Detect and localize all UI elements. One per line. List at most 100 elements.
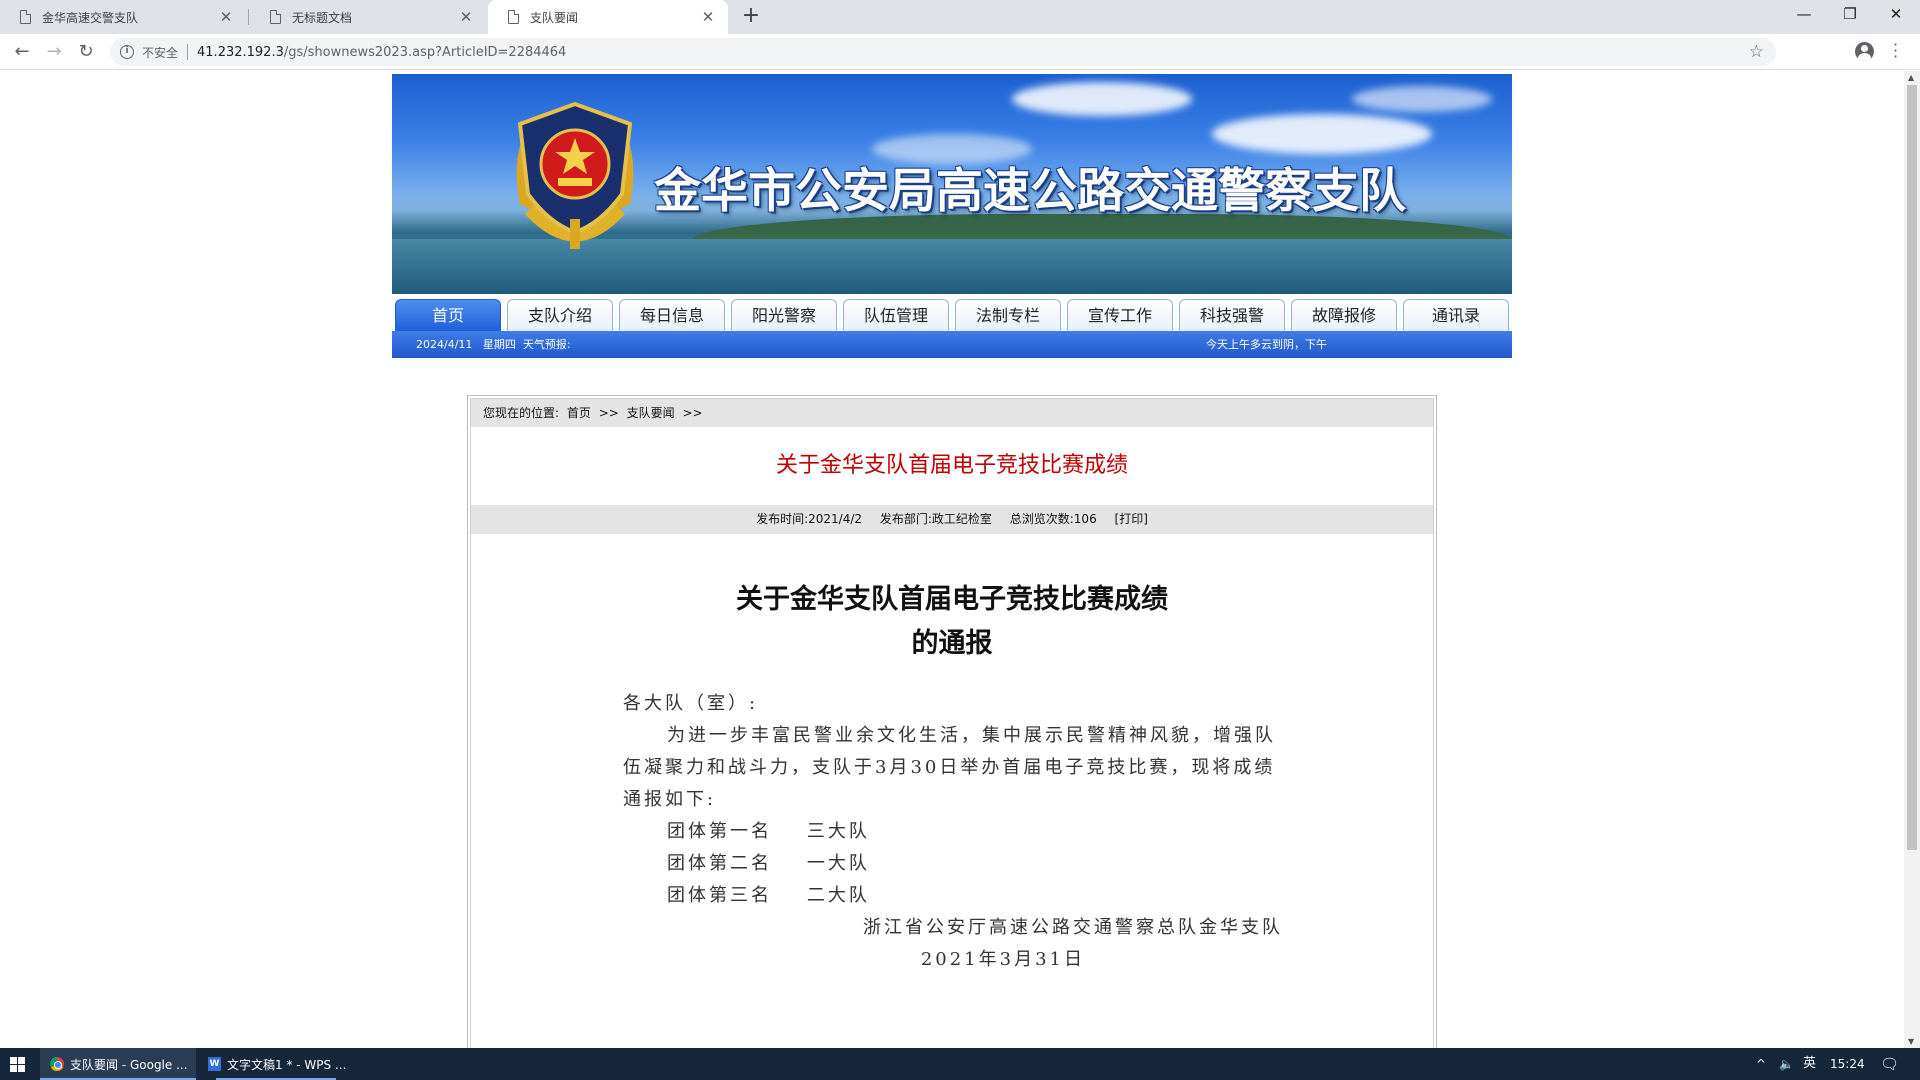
wps-writer-icon: W — [208, 1057, 221, 1071]
breadcrumb-section-link[interactable]: 支队要闻 — [627, 406, 675, 420]
bookmark-star-icon[interactable]: ☆ — [1749, 42, 1764, 62]
account-icon[interactable] — [1855, 42, 1874, 61]
rank-place: 团体第二名 — [667, 853, 772, 874]
banner-cloud — [1012, 82, 1192, 116]
rank-team: 二大队 — [806, 885, 870, 906]
document-icon — [508, 10, 519, 24]
document-icon — [20, 10, 31, 24]
close-tab-icon[interactable]: ✕ — [218, 8, 234, 26]
nav-publicity[interactable]: 宣传工作 — [1067, 299, 1173, 331]
ime-indicator[interactable]: 英 — [1803, 1048, 1816, 1080]
close-window-button[interactable]: ✕ — [1873, 0, 1919, 30]
nav-tech-police[interactable]: 科技强警 — [1179, 299, 1285, 331]
article-meta: 发布时间:2021/4/2 发布部门:政工纪检室 总浏览次数:106 [打印] — [471, 505, 1433, 534]
page-viewport: 金华市公安局高速公路交通警察支队 首页 支队介绍 每日信息 阳光警察 队伍管理 … — [0, 71, 1904, 1048]
police-emblem-icon — [516, 101, 634, 249]
tray-expand-icon[interactable]: ^ — [1756, 1048, 1766, 1080]
rank-team: 三大队 — [806, 821, 870, 842]
minimize-button[interactable]: — — [1781, 0, 1827, 30]
nav-about[interactable]: 支队介绍 — [507, 299, 613, 331]
nav-directory[interactable]: 通讯录 — [1403, 299, 1509, 331]
scroll-up-icon[interactable]: ▲ — [1908, 73, 1914, 82]
browser-menu-icon[interactable]: · · · — [1893, 37, 1898, 65]
rank-place: 团体第一名 — [667, 821, 772, 842]
nav-daily-info[interactable]: 每日信息 — [619, 299, 725, 331]
body-paragraph: 为进一步丰富民警业余文化生活，集中展示民警精神风貌，增强队伍凝聚力和战斗力，支队… — [623, 725, 1276, 810]
nav-team-management[interactable]: 队伍管理 — [843, 299, 949, 331]
browser-tab-2[interactable]: 无标题文档 ✕ — [250, 0, 486, 34]
rank-row: 团体第一名 三大队 — [623, 816, 1283, 848]
scroll-down-icon[interactable]: ▼ — [1908, 1037, 1914, 1046]
task-label: 文字文稿1 * - WPS ... — [227, 1057, 347, 1072]
info-icon[interactable]: i — [120, 45, 134, 59]
rank-team: 一大队 — [806, 853, 870, 874]
article-panel: 您现在的位置: 首页 >> 支队要闻 >> 关于金华支队首届电子竞技比赛成绩 发… — [470, 398, 1434, 1048]
new-tab-button[interactable]: + — [737, 3, 765, 31]
omnibox-divider — [187, 44, 189, 60]
rank-row: 团体第三名 二大队 — [623, 880, 1283, 912]
breadcrumb: 您现在的位置: 首页 >> 支队要闻 >> — [471, 399, 1433, 427]
document-body: 各大队（室）: 为进一步丰富民警业余文化生活，集中展示民警精神风貌，增强队伍凝聚… — [623, 688, 1283, 976]
rank-place: 团体第三名 — [667, 885, 772, 906]
security-label[interactable]: 不安全 — [142, 44, 178, 61]
breadcrumb-separator: >> — [598, 406, 619, 420]
tab-title: 无标题文档 — [292, 10, 353, 25]
document-title: 关于金华支队首届电子竞技比赛成绩 的通报 — [471, 578, 1433, 666]
tab-title: 支队要闻 — [530, 10, 579, 25]
browser-tab-3-active[interactable]: 支队要闻 ✕ — [488, 0, 728, 34]
salutation: 各大队（室）: — [623, 693, 759, 714]
info-date: 2024/4/11 星期四 天气预报: — [416, 338, 571, 351]
taskbar-wps[interactable]: W 文字文稿1 * - WPS ... — [198, 1048, 354, 1080]
address-bar[interactable]: i 不安全 41.232.192.3 /gs/shownews2023.asp?… — [110, 38, 1776, 66]
banner-title: 金华市公安局高速公路交通警察支队 — [654, 164, 1406, 219]
site-banner: 金华市公安局高速公路交通警察支队 — [392, 74, 1512, 294]
browser-tab-1[interactable]: 金华高速交警支队 ✕ — [0, 0, 246, 34]
tab-title: 金华高速交警支队 — [42, 10, 139, 25]
view-count: 总浏览次数:106 — [1009, 512, 1097, 526]
article-frame: 您现在的位置: 首页 >> 支队要闻 >> 关于金华支队首届电子竞技比赛成绩 发… — [467, 395, 1437, 1048]
notification-icon[interactable]: 🗨 — [1880, 1048, 1899, 1080]
tab-divider — [248, 9, 249, 25]
weather-ticker: 今天上午多云到阴，下午 — [1206, 338, 1327, 351]
breadcrumb-home-link[interactable]: 首页 — [567, 406, 591, 420]
browser-tab-strip: 金华高速交警支队 ✕ 无标题文档 ✕ 支队要闻 ✕ + — ❐ ✕ — [0, 0, 1920, 34]
document-date: 2021年3月31日 — [920, 949, 1085, 970]
chrome-icon — [50, 1057, 64, 1071]
document-title-line: 关于金华支队首届电子竞技比赛成绩 — [736, 584, 1168, 615]
url-path: /gs/shownews2023.asp?ArticleID=2284464 — [283, 44, 567, 60]
banner-cloud — [1352, 86, 1492, 112]
nav-fault-report[interactable]: 故障报修 — [1291, 299, 1397, 331]
page-scrollbar[interactable]: ▲ ▼ — [1904, 71, 1920, 1048]
print-link[interactable]: [打印] — [1115, 512, 1148, 526]
document-icon — [270, 10, 281, 24]
nav-sunshine-police[interactable]: 阳光警察 — [731, 299, 837, 331]
breadcrumb-separator: >> — [682, 406, 703, 420]
breadcrumb-label: 您现在的位置: — [483, 406, 560, 420]
publish-department: 发布部门:政工纪检室 — [879, 512, 992, 526]
date-weather-bar: 2024/4/11 星期四 天气预报: 今天上午多云到阴，下午 — [392, 331, 1512, 358]
signature: 浙江省公安厅高速公路交通警察总队金华支队 — [863, 917, 1283, 938]
scrollbar-thumb[interactable] — [1907, 85, 1917, 850]
close-tab-icon[interactable]: ✕ — [700, 8, 716, 26]
close-tab-icon[interactable]: ✕ — [458, 8, 474, 26]
browser-toolbar: ← → ↻ i 不安全 41.232.192.3 /gs/shownews202… — [0, 34, 1920, 70]
nav-legal-column[interactable]: 法制专栏 — [955, 299, 1061, 331]
document-title-line: 的通报 — [911, 628, 993, 659]
banner-cloud — [1212, 114, 1432, 154]
article-headline: 关于金华支队首届电子竞技比赛成绩 — [775, 453, 1128, 478]
taskbar-chrome[interactable]: 支队要闻 - Google ... — [40, 1048, 196, 1080]
windows-taskbar: 支队要闻 - Google ... W 文字文稿1 * - WPS ... ^ … — [0, 1048, 1920, 1080]
clock[interactable]: 15:24 — [1830, 1048, 1865, 1080]
reload-button[interactable]: ↻ — [74, 40, 98, 64]
rank-row: 团体第二名 一大队 — [623, 848, 1283, 880]
back-button[interactable]: ← — [10, 40, 34, 64]
publish-time: 发布时间:2021/4/2 — [756, 512, 863, 526]
volume-icon[interactable]: 🔈 — [1779, 1048, 1794, 1080]
forward-button[interactable]: → — [42, 40, 66, 64]
windows-start-icon[interactable] — [10, 1057, 25, 1072]
restore-button[interactable]: ❐ — [1827, 0, 1873, 30]
task-label: 支队要闻 - Google ... — [70, 1057, 188, 1072]
url-host: 41.232.192.3 — [197, 44, 284, 60]
main-nav: 首页 支队介绍 每日信息 阳光警察 队伍管理 法制专栏 宣传工作 科技强警 故障… — [392, 294, 1512, 331]
nav-home[interactable]: 首页 — [395, 299, 501, 331]
